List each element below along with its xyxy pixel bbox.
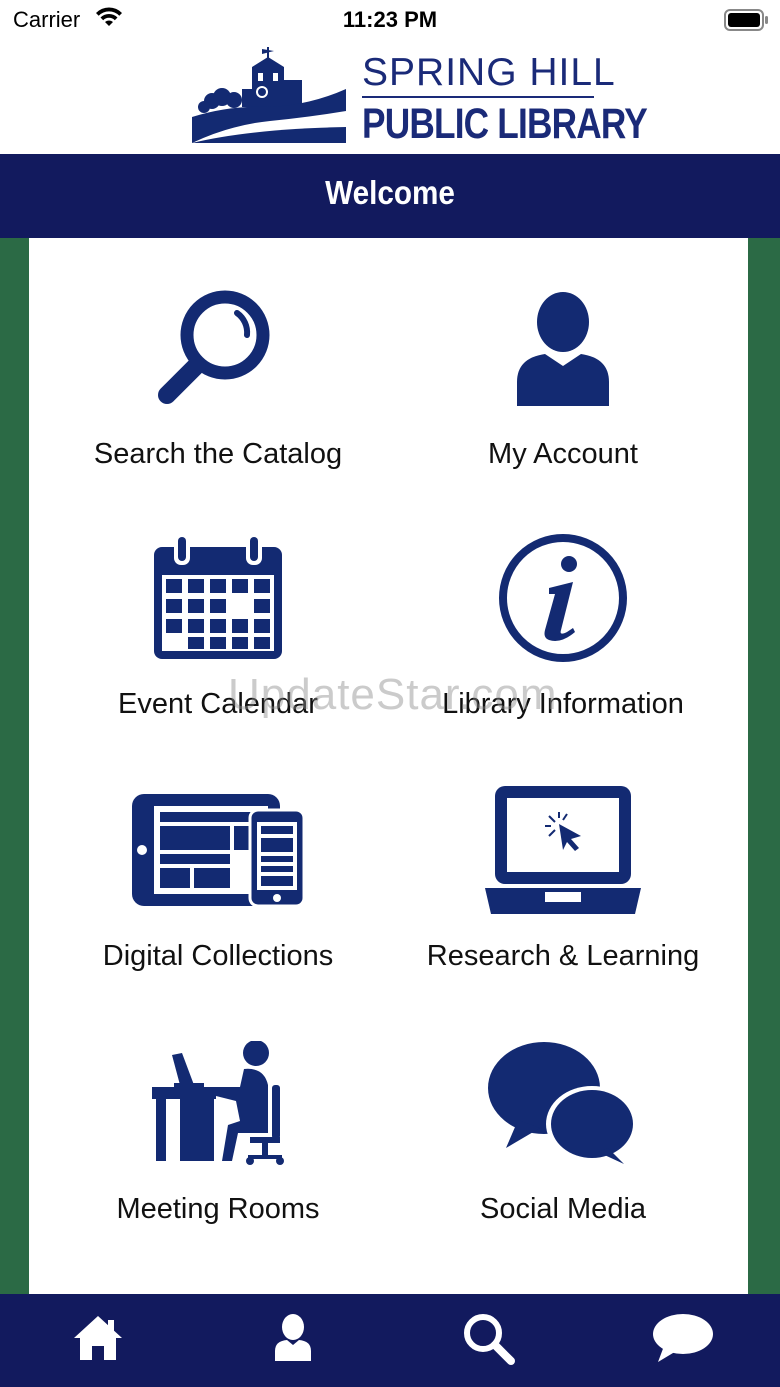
calendar-icon xyxy=(48,528,388,668)
menu-item-label: Library Information xyxy=(442,688,684,720)
menu-item-event-calendar[interactable]: Event Calendar xyxy=(48,498,388,738)
menu-item-label: Digital Collections xyxy=(102,940,334,972)
person-icon xyxy=(273,1313,313,1368)
logo-header: SPRING HILL PUBLIC LIBRARY xyxy=(0,40,780,154)
battery-icon xyxy=(724,9,770,36)
logo-title-line2: PUBLIC LIBRARY xyxy=(362,100,648,148)
devices-icon xyxy=(48,780,388,920)
chat-icon xyxy=(652,1312,714,1369)
magnifier-icon xyxy=(48,278,388,418)
clock: 11:23 PM xyxy=(342,7,438,32)
main-content: Search the Catalog My Account Event Cale… xyxy=(0,238,780,1294)
menu-item-label: Event Calendar xyxy=(118,688,318,720)
menu-item-social-media[interactable]: Social Media xyxy=(393,1003,733,1243)
page-title: Welcome xyxy=(325,174,455,211)
menu-item-digital-collections[interactable]: Digital Collections xyxy=(48,750,388,990)
menu-panel: Search the Catalog My Account Event Cale… xyxy=(29,238,748,1294)
info-icon xyxy=(393,528,733,668)
chat-bubbles-icon xyxy=(393,1033,733,1173)
tab-home[interactable] xyxy=(0,1294,195,1387)
menu-item-research-learning[interactable]: Research & Learning xyxy=(393,750,733,990)
welcome-header: Welcome xyxy=(0,154,780,238)
menu-item-search-catalog[interactable]: Search the Catalog xyxy=(48,248,388,488)
library-logo-icon xyxy=(190,45,350,150)
menu-item-label: Search the Catalog xyxy=(93,438,343,470)
person-icon xyxy=(393,278,733,418)
menu-item-label: Research & Learning xyxy=(426,940,700,972)
status-bar: Carrier 11:23 PM xyxy=(0,0,780,40)
menu-item-label: Social Media xyxy=(479,1193,647,1225)
logo-divider xyxy=(362,96,594,98)
menu-item-my-account[interactable]: My Account xyxy=(393,248,733,488)
tab-bar xyxy=(0,1294,780,1387)
home-icon xyxy=(72,1314,124,1367)
tab-search[interactable] xyxy=(390,1294,585,1387)
menu-item-library-information[interactable]: Library Information xyxy=(393,498,733,738)
menu-item-label: My Account xyxy=(488,438,638,470)
search-icon xyxy=(461,1311,515,1370)
menu-item-meeting-rooms[interactable]: Meeting Rooms xyxy=(48,1003,388,1243)
laptop-icon xyxy=(393,780,733,920)
desk-person-icon xyxy=(48,1033,388,1173)
menu-item-label: Meeting Rooms xyxy=(116,1193,320,1225)
tab-account[interactable] xyxy=(195,1294,390,1387)
logo-title-line1: SPRING HILL xyxy=(362,51,616,94)
tab-chat[interactable] xyxy=(585,1294,780,1387)
